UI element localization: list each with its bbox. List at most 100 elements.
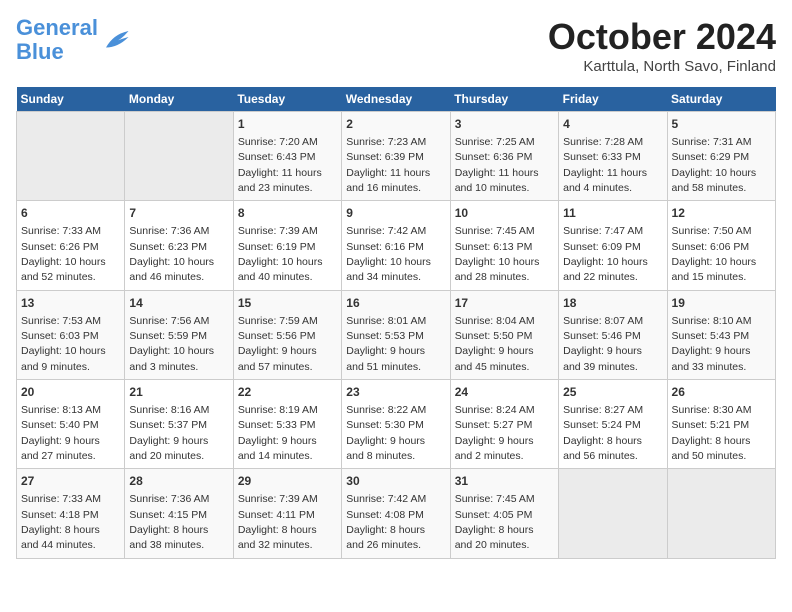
day-cell-24: 24 Sunrise: 8:24 AM Sunset: 5:27 PM Dayli… [450, 380, 558, 469]
day-cell-17: 17 Sunrise: 8:04 AM Sunset: 5:50 PM Dayli… [450, 290, 558, 379]
week-row-3: 13 Sunrise: 7:53 AM Sunset: 6:03 PM Dayli… [17, 290, 776, 379]
day-cell-1: 1 Sunrise: 7:20 AM Sunset: 6:43 PM Daylig… [233, 112, 341, 201]
day-cell-15: 15Sunrise: 7:59 AM Sunset: 5:56 PM Dayli… [233, 290, 341, 379]
day-cell-14: 14 Sunrise: 7:56 AM Sunset: 5:59 PM Dayli… [125, 290, 233, 379]
day-info: Sunrise: 8:13 AM Sunset: 5:40 PM Dayligh… [21, 404, 101, 462]
empty-cell [125, 112, 233, 201]
day-number: 17 [455, 295, 554, 312]
page-header: General Blue October 2024 Karttula, Nort… [16, 16, 776, 75]
day-info: Sunrise: 7:36 AM Sunset: 6:23 PM Dayligh… [129, 225, 214, 283]
day-cell-9: 9Sunrise: 7:42 AM Sunset: 6:16 PM Daylig… [342, 201, 450, 290]
day-number: 28 [129, 473, 228, 490]
day-cell-8: 8Sunrise: 7:39 AM Sunset: 6:19 PM Daylig… [233, 201, 341, 290]
col-header-wednesday: Wednesday [342, 87, 450, 112]
logo-text: General Blue [16, 16, 98, 64]
day-number: 4 [563, 116, 662, 133]
day-info: Sunrise: 7:56 AM Sunset: 5:59 PM Dayligh… [129, 315, 214, 373]
day-cell-25: 25 Sunrise: 8:27 AM Sunset: 5:24 PM Dayli… [559, 380, 667, 469]
day-number: 11 [563, 205, 662, 222]
day-info: Sunrise: 8:30 AM Sunset: 5:21 PM Dayligh… [672, 404, 752, 462]
day-info: Sunrise: 7:45 AM Sunset: 6:13 PM Dayligh… [455, 225, 540, 283]
day-cell-29: 29 Sunrise: 7:39 AM Sunset: 4:11 PM Dayli… [233, 469, 341, 558]
day-info: Sunrise: 7:47 AM Sunset: 6:09 PM Dayligh… [563, 225, 648, 283]
day-info: Sunrise: 7:42 AM Sunset: 4:08 PM Dayligh… [346, 493, 426, 551]
day-cell-7: 7Sunrise: 7:36 AM Sunset: 6:23 PM Daylig… [125, 201, 233, 290]
calendar-table: SundayMondayTuesdayWednesdayThursdayFrid… [16, 87, 776, 559]
day-cell-22: 22 Sunrise: 8:19 AM Sunset: 5:33 PM Dayli… [233, 380, 341, 469]
day-info: Sunrise: 8:07 AM Sunset: 5:46 PM Dayligh… [563, 315, 643, 373]
day-number: 29 [238, 473, 337, 490]
day-info: Sunrise: 7:28 AM Sunset: 6:33 PM Dayligh… [563, 136, 647, 194]
week-row-2: 6Sunrise: 7:33 AM Sunset: 6:26 PM Daylig… [17, 201, 776, 290]
day-info: Sunrise: 8:10 AM Sunset: 5:43 PM Dayligh… [672, 315, 752, 373]
empty-cell [667, 469, 775, 558]
empty-cell [559, 469, 667, 558]
day-cell-11: 11 Sunrise: 7:47 AM Sunset: 6:09 PM Dayli… [559, 201, 667, 290]
col-header-tuesday: Tuesday [233, 87, 341, 112]
day-number: 19 [672, 295, 771, 312]
day-info: Sunrise: 7:36 AM Sunset: 4:15 PM Dayligh… [129, 493, 209, 551]
day-cell-28: 28 Sunrise: 7:36 AM Sunset: 4:15 PM Dayli… [125, 469, 233, 558]
day-cell-10: 10 Sunrise: 7:45 AM Sunset: 6:13 PM Dayli… [450, 201, 558, 290]
day-cell-26: 26 Sunrise: 8:30 AM Sunset: 5:21 PM Dayli… [667, 380, 775, 469]
subtitle: Karttula, North Savo, Finland [548, 58, 776, 75]
week-row-1: 1 Sunrise: 7:20 AM Sunset: 6:43 PM Daylig… [17, 112, 776, 201]
day-info: Sunrise: 8:27 AM Sunset: 5:24 PM Dayligh… [563, 404, 643, 462]
logo-line1: General [16, 15, 98, 40]
day-info: Sunrise: 8:04 AM Sunset: 5:50 PM Dayligh… [455, 315, 535, 373]
day-cell-20: 20Sunrise: 8:13 AM Sunset: 5:40 PM Dayli… [17, 380, 125, 469]
day-number: 10 [455, 205, 554, 222]
col-header-sunday: Sunday [17, 87, 125, 112]
day-info: Sunrise: 7:23 AM Sunset: 6:39 PM Dayligh… [346, 136, 430, 194]
day-number: 23 [346, 384, 445, 401]
day-info: Sunrise: 7:33 AM Sunset: 4:18 PM Dayligh… [21, 493, 101, 551]
day-info: Sunrise: 7:59 AM Sunset: 5:56 PM Dayligh… [238, 315, 318, 373]
title-block: October 2024 Karttula, North Savo, Finla… [548, 16, 776, 75]
day-number: 8 [238, 205, 337, 222]
day-number: 16 [346, 295, 445, 312]
day-number: 31 [455, 473, 554, 490]
day-info: Sunrise: 8:19 AM Sunset: 5:33 PM Dayligh… [238, 404, 318, 462]
day-cell-4: 4 Sunrise: 7:28 AM Sunset: 6:33 PM Daylig… [559, 112, 667, 201]
day-cell-2: 2 Sunrise: 7:23 AM Sunset: 6:39 PM Daylig… [342, 112, 450, 201]
day-info: Sunrise: 8:01 AM Sunset: 5:53 PM Dayligh… [346, 315, 426, 373]
day-cell-31: 31Sunrise: 7:45 AM Sunset: 4:05 PM Dayli… [450, 469, 558, 558]
day-info: Sunrise: 7:50 AM Sunset: 6:06 PM Dayligh… [672, 225, 757, 283]
day-number: 14 [129, 295, 228, 312]
day-info: Sunrise: 7:20 AM Sunset: 6:43 PM Dayligh… [238, 136, 322, 194]
logo-line2: Blue [16, 39, 64, 64]
day-number: 26 [672, 384, 771, 401]
calendar-header-row: SundayMondayTuesdayWednesdayThursdayFrid… [17, 87, 776, 112]
day-cell-21: 21Sunrise: 8:16 AM Sunset: 5:37 PM Dayli… [125, 380, 233, 469]
day-number: 2 [346, 116, 445, 133]
day-cell-6: 6Sunrise: 7:33 AM Sunset: 6:26 PM Daylig… [17, 201, 125, 290]
col-header-thursday: Thursday [450, 87, 558, 112]
logo: General Blue [16, 16, 130, 64]
day-cell-12: 12 Sunrise: 7:50 AM Sunset: 6:06 PM Dayli… [667, 201, 775, 290]
day-info: Sunrise: 8:22 AM Sunset: 5:30 PM Dayligh… [346, 404, 426, 462]
empty-cell [17, 112, 125, 201]
day-number: 24 [455, 384, 554, 401]
day-number: 13 [21, 295, 120, 312]
day-number: 3 [455, 116, 554, 133]
day-number: 25 [563, 384, 662, 401]
day-number: 12 [672, 205, 771, 222]
day-info: Sunrise: 7:53 AM Sunset: 6:03 PM Dayligh… [21, 315, 106, 373]
day-cell-30: 30Sunrise: 7:42 AM Sunset: 4:08 PM Dayli… [342, 469, 450, 558]
day-number: 9 [346, 205, 445, 222]
day-number: 1 [238, 116, 337, 133]
day-cell-5: 5 Sunrise: 7:31 AM Sunset: 6:29 PM Daylig… [667, 112, 775, 201]
day-number: 18 [563, 295, 662, 312]
day-number: 5 [672, 116, 771, 133]
day-info: Sunrise: 7:31 AM Sunset: 6:29 PM Dayligh… [672, 136, 757, 194]
main-title: October 2024 [548, 16, 776, 58]
day-info: Sunrise: 8:24 AM Sunset: 5:27 PM Dayligh… [455, 404, 535, 462]
logo-bird-icon [100, 26, 130, 54]
col-header-monday: Monday [125, 87, 233, 112]
day-info: Sunrise: 7:25 AM Sunset: 6:36 PM Dayligh… [455, 136, 539, 194]
col-header-saturday: Saturday [667, 87, 775, 112]
day-cell-27: 27Sunrise: 7:33 AM Sunset: 4:18 PM Dayli… [17, 469, 125, 558]
day-info: Sunrise: 7:39 AM Sunset: 4:11 PM Dayligh… [238, 493, 318, 551]
day-number: 22 [238, 384, 337, 401]
day-info: Sunrise: 7:33 AM Sunset: 6:26 PM Dayligh… [21, 225, 106, 283]
